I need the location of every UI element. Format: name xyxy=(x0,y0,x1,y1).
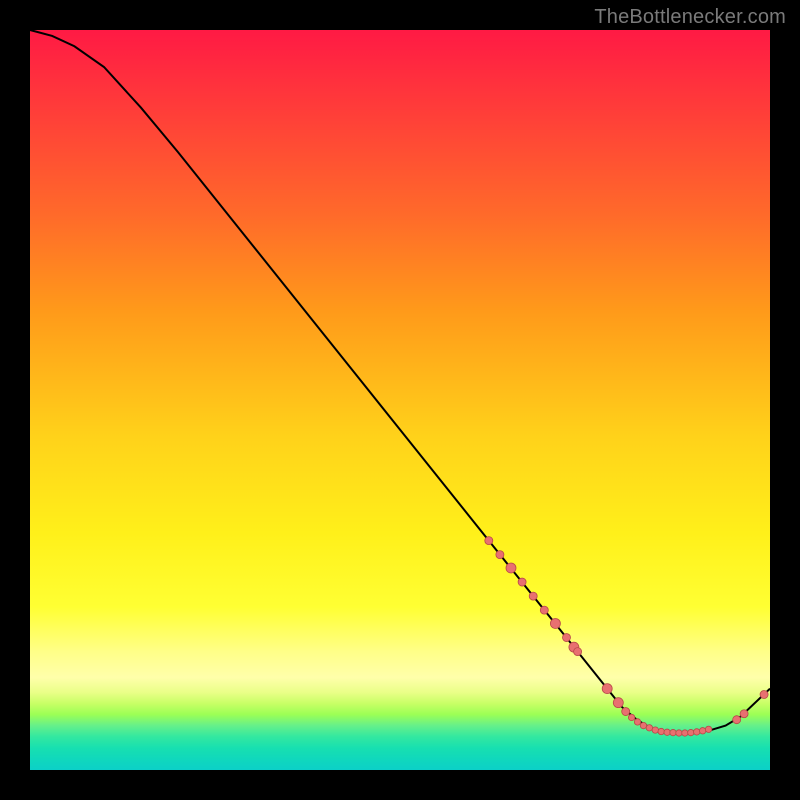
data-point-marker xyxy=(733,716,741,724)
data-point-marker xyxy=(740,710,748,718)
data-point-marker xyxy=(688,729,694,735)
data-point-marker xyxy=(485,537,493,545)
data-point-marker xyxy=(622,708,630,716)
chart-frame: TheBottlenecker.com xyxy=(0,0,800,800)
data-point-marker xyxy=(563,634,571,642)
data-point-marker xyxy=(550,618,560,628)
data-point-marker xyxy=(628,714,634,720)
data-point-marker xyxy=(518,578,526,586)
data-point-marker xyxy=(613,698,623,708)
data-point-marker xyxy=(670,729,676,735)
data-point-marker xyxy=(682,730,688,736)
data-point-marker xyxy=(540,606,548,614)
data-point-marker xyxy=(664,729,670,735)
data-point-marker xyxy=(694,729,700,735)
data-point-marker xyxy=(658,728,664,734)
data-point-marker xyxy=(634,719,640,725)
data-point-marker xyxy=(646,725,652,731)
data-point-marker xyxy=(529,592,537,600)
chart-svg xyxy=(30,30,770,770)
bottleneck-curve xyxy=(30,30,770,733)
data-point-marker xyxy=(574,648,582,656)
data-point-marker xyxy=(506,563,516,573)
watermark-text: TheBottlenecker.com xyxy=(594,6,786,29)
data-point-marker xyxy=(640,722,646,728)
data-point-marker xyxy=(602,684,612,694)
data-point-marker xyxy=(676,730,682,736)
data-point-marker xyxy=(699,728,705,734)
data-point-marker xyxy=(760,691,768,699)
data-point-marker xyxy=(496,551,504,559)
data-point-marker xyxy=(705,726,711,732)
data-point-marker xyxy=(652,727,658,733)
